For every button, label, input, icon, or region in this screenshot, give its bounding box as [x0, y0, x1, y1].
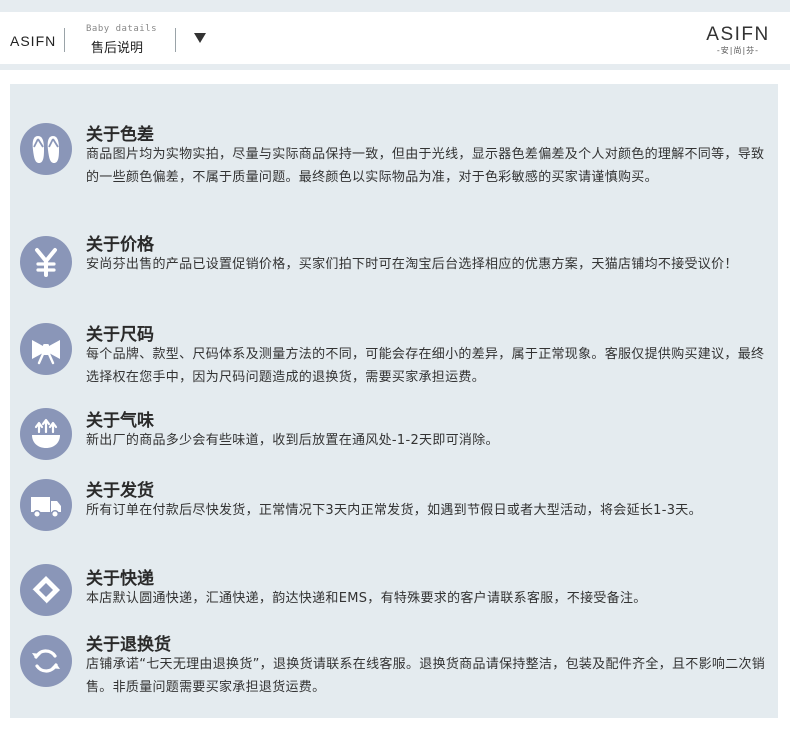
item-description: 店铺承诺“七天无理由退换货”，退换货请联系在线客服。退换货商品请保持整洁，包装及…: [86, 657, 766, 695]
top-divider-strip: [0, 0, 790, 12]
after-sales-panel: 关于色差 商品图片均为实物实拍，尽量与实际商品保持一致，但由于光线，显示器色差偏…: [10, 84, 778, 718]
brand-name: ASIFN: [10, 33, 57, 49]
item-description: 所有订单在付款后尽快发货，正常情况下3天内正常发货，如遇到节假日或者大型活动，将…: [86, 503, 702, 518]
express-logo-icon: [20, 564, 72, 616]
item-title: 关于价格: [86, 235, 154, 255]
header-bottom-strip: [0, 64, 790, 70]
item-title: 关于尺码: [86, 325, 154, 345]
header-divider: [175, 28, 176, 52]
item-title: 关于发货: [86, 481, 154, 501]
item-title: 关于色差: [86, 125, 154, 145]
logo-subtext: -安|尚|芬-: [716, 46, 760, 55]
flip-flops-icon: [20, 123, 72, 175]
subtitle-english: Baby datails: [86, 24, 158, 34]
subtitle-chinese: 售后说明: [91, 41, 144, 56]
delivery-truck-icon: [20, 479, 72, 531]
item-title: 关于气味: [86, 411, 154, 431]
header-bar: ASIFN Baby datails 售后说明 ASIFN -安|尚|芬-: [0, 12, 790, 64]
item-description: 新出厂的商品多少会有些味道，收到后放置在通风处-1-2天即可消除。: [86, 433, 499, 448]
steam-bowl-icon: [20, 408, 72, 460]
item-description: 每个品牌、款型、尺码体系及测量方法的不同，可能会存在细小的差异，属于正常现象。客…: [86, 347, 765, 385]
item-description: 本店默认圆通快递，汇通快递，韵达快递和EMS，有特殊要求的客户请联系客服，不接受…: [86, 591, 647, 606]
item-description: 安尚芬出售的产品已设置促销价格，买家们拍下时可在淘宝后台选择相应的优惠方案，天猫…: [86, 257, 738, 272]
item-title: 关于退换货: [86, 635, 171, 655]
bow-tie-icon: [20, 323, 72, 375]
item-description: 商品图片均为实物实拍，尽量与实际商品保持一致，但由于光线，显示器色差偏差及个人对…: [86, 147, 765, 185]
brand-logo: ASIFN -安|尚|芬-: [702, 24, 774, 56]
logo-text: ASIFN: [706, 24, 770, 45]
header-divider: [64, 28, 65, 52]
return-arrows-icon: [20, 635, 72, 687]
yen-icon: [20, 236, 72, 288]
item-title: 关于快递: [86, 569, 154, 589]
caret-down-icon[interactable]: [194, 33, 206, 43]
